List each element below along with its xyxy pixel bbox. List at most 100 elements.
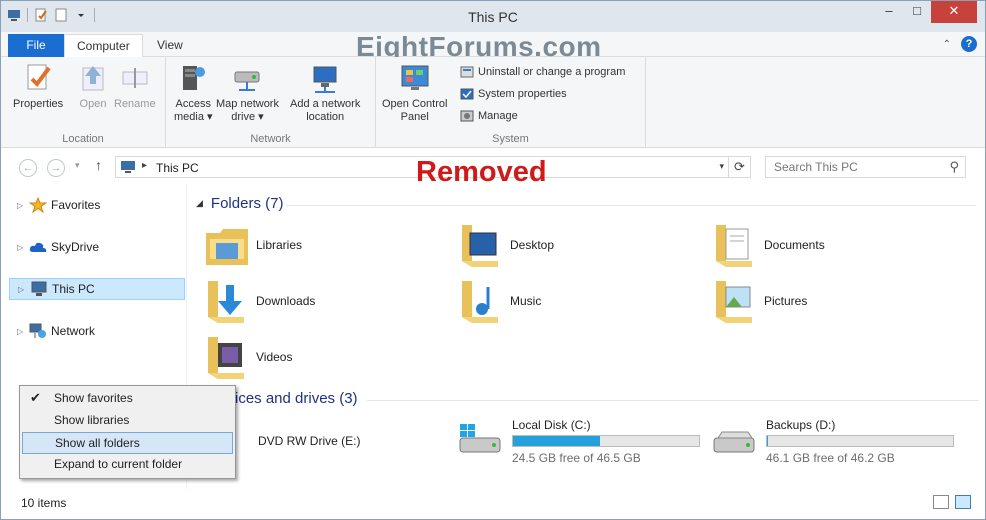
- drive-backups-d[interactable]: Backups (D:) 46.1 GB free of 46.2 GB: [712, 418, 962, 468]
- cloud-icon: [29, 239, 47, 255]
- forward-button[interactable]: →: [47, 159, 65, 177]
- devices-section-header[interactable]: ices and drives (3): [235, 390, 979, 407]
- content-pane: ◢ Folders (7) Libraries Desktop Document…: [188, 185, 984, 489]
- minimize-ribbon-icon[interactable]: ⌃: [943, 39, 951, 50]
- divider: [367, 400, 979, 401]
- expand-arrow-icon[interactable]: ▷: [17, 201, 27, 210]
- star-icon: [28, 196, 48, 214]
- nav-label: SkyDrive: [51, 240, 100, 254]
- control-panel-label-2: Panel: [400, 111, 429, 123]
- drive-name: Backups (D:): [766, 418, 836, 432]
- drive-name: Local Disk (C:): [512, 418, 591, 432]
- folder-tile-documents[interactable]: Documents: [712, 221, 825, 269]
- nav-item-this-pc[interactable]: ▷ This PC: [9, 278, 185, 300]
- title-bar: This PC – □ ✕: [1, 1, 985, 32]
- menu-item-expand-current[interactable]: Expand to current folder: [22, 454, 233, 476]
- folder-tile-downloads[interactable]: Downloads: [204, 277, 315, 325]
- uninstall-program-button[interactable]: Uninstall or change a program: [460, 62, 625, 82]
- group-label: Location: [62, 133, 104, 145]
- drive-dvd[interactable]: DVD RW Drive (E:): [204, 430, 444, 480]
- help-icon[interactable]: ?: [961, 36, 977, 52]
- breadcrumb[interactable]: This PC: [156, 161, 199, 175]
- drive-name: DVD RW Drive (E:): [258, 434, 361, 448]
- search-input[interactable]: Search This PC ⚲: [765, 156, 966, 178]
- libraries-folder-icon: [204, 221, 250, 269]
- search-icon[interactable]: ⚲: [949, 157, 959, 177]
- folder-label: Desktop: [510, 238, 555, 252]
- minimize-button[interactable]: –: [875, 1, 903, 23]
- tab-view[interactable]: View: [145, 34, 195, 57]
- network-drive-icon: [231, 62, 263, 94]
- search-placeholder: Search This PC: [774, 160, 858, 174]
- window-title: This PC: [468, 9, 518, 25]
- up-button[interactable]: ↑: [95, 157, 102, 173]
- properties-label: Properties: [13, 98, 64, 110]
- nav-item-network[interactable]: ▷ Network: [9, 320, 185, 342]
- expand-arrow-icon[interactable]: ▷: [17, 243, 27, 252]
- access-media-label-2: media ▾: [174, 111, 213, 123]
- item-count: 10 items: [21, 496, 67, 510]
- map-network-drive-button[interactable]: Map network drive ▾: [216, 62, 279, 124]
- system-properties-label: System properties: [478, 88, 567, 100]
- folder-tile-videos[interactable]: Videos: [204, 333, 292, 381]
- tab-file[interactable]: File: [8, 34, 64, 57]
- rename-icon: [119, 62, 151, 94]
- expand-arrow-icon[interactable]: ▷: [17, 327, 27, 336]
- uninstall-label: Uninstall or change a program: [478, 66, 626, 78]
- open-button[interactable]: Open: [77, 62, 109, 111]
- back-button[interactable]: ←: [19, 159, 37, 177]
- close-button[interactable]: ✕: [931, 1, 977, 23]
- ribbon-tools: ⌃ ?: [943, 36, 977, 52]
- refresh-button[interactable]: ⟳: [728, 157, 750, 177]
- videos-folder-icon: [204, 333, 250, 381]
- maximize-button[interactable]: □: [903, 1, 931, 23]
- folder-tile-music[interactable]: Music: [458, 277, 541, 325]
- rename-button[interactable]: Rename: [114, 62, 156, 111]
- folder-tile-libraries[interactable]: Libraries: [204, 221, 302, 269]
- nav-item-skydrive[interactable]: ▷ SkyDrive: [9, 236, 185, 258]
- nav-item-favorites[interactable]: ▷ Favorites: [9, 194, 185, 216]
- folder-tile-pictures[interactable]: Pictures: [712, 277, 807, 325]
- folder-label: Documents: [764, 238, 825, 252]
- system-properties-button[interactable]: System properties: [460, 84, 567, 104]
- chevron-down-icon[interactable]: ▾: [719, 161, 724, 172]
- drive-local-c[interactable]: Local Disk (C:) 24.5 GB free of 46.5 GB: [458, 418, 708, 468]
- open-control-panel-button[interactable]: Open Control Panel: [382, 62, 447, 124]
- check-icon: ✔: [30, 390, 41, 405]
- pc-icon: [30, 281, 48, 297]
- folders-section-header[interactable]: ◢ Folders (7): [196, 195, 976, 212]
- access-media-button[interactable]: Access media ▾: [174, 62, 213, 124]
- system-properties-icon: [460, 87, 474, 101]
- add-network-location-button[interactable]: Add a network location: [290, 62, 360, 124]
- open-label: Open: [79, 98, 107, 110]
- menu-item-show-all-folders[interactable]: Show all folders: [22, 432, 233, 454]
- collapse-triangle-icon[interactable]: ◢: [196, 198, 203, 209]
- chevron-right-icon[interactable]: ▸: [142, 160, 147, 171]
- control-panel-label-1: Open Control: [382, 98, 448, 110]
- menu-item-show-favorites[interactable]: ✔ Show favorites: [22, 388, 233, 410]
- control-panel-icon: [399, 62, 431, 94]
- details-view-icon[interactable]: [933, 495, 949, 509]
- manage-button[interactable]: Manage: [460, 106, 518, 126]
- programs-icon: [460, 65, 474, 79]
- drive-free-space: 24.5 GB free of 46.5 GB: [512, 451, 641, 465]
- recent-locations-icon[interactable]: ▾: [75, 160, 80, 171]
- drive-usage-bar: [766, 435, 954, 447]
- downloads-folder-icon: [204, 277, 250, 325]
- open-icon: [77, 62, 109, 94]
- menu-item-show-libraries[interactable]: Show libraries: [22, 410, 233, 432]
- pc-icon: [120, 160, 136, 174]
- explorer-window: This PC – □ ✕ File Computer View ⌃ ? Eig…: [0, 0, 986, 520]
- map-drive-label-2: drive ▾: [231, 111, 264, 123]
- expand-arrow-icon[interactable]: ▷: [18, 285, 28, 294]
- tab-computer[interactable]: Computer: [64, 34, 143, 58]
- properties-button[interactable]: Properties: [13, 62, 63, 111]
- network-location-icon: [309, 62, 341, 94]
- drive-usage-bar: [512, 435, 700, 447]
- folder-label: Libraries: [256, 238, 303, 252]
- tiles-view-icon[interactable]: [955, 495, 971, 509]
- windows-drive-icon: [458, 424, 506, 456]
- divider: [286, 205, 976, 206]
- folder-tile-desktop[interactable]: Desktop: [458, 221, 554, 269]
- manage-label: Manage: [478, 110, 518, 122]
